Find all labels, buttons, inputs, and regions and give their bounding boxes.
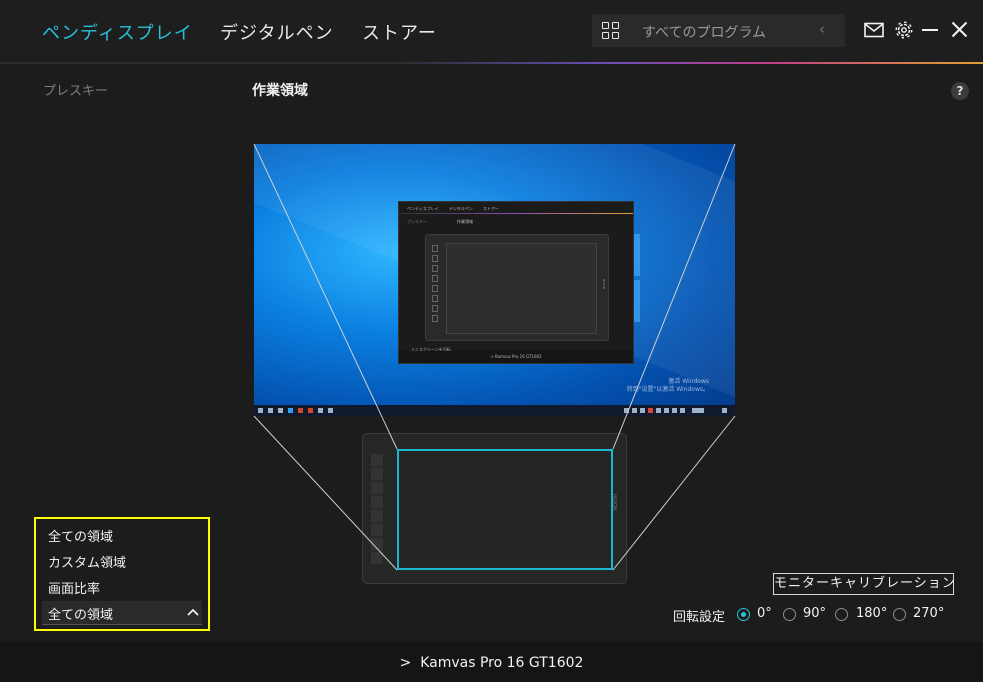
rotation-radio-180[interactable] — [835, 608, 848, 621]
express-keys — [371, 454, 383, 564]
tab-digital-pen[interactable]: デジタルペン — [220, 19, 334, 45]
tab-store[interactable]: ストアー — [362, 19, 437, 45]
device-footer: > Kamvas Pro 16 GT1602 — [0, 642, 983, 682]
mail-icon[interactable] — [864, 22, 884, 38]
rotation-label-90: 90° — [803, 606, 827, 621]
windows-watermark: 激活 Windows 转到"设置"以激活 Windows。 — [626, 378, 709, 393]
chevron-left-icon[interactable]: ‹ — [819, 20, 825, 38]
rotation-label-180: 180° — [856, 606, 888, 621]
header-accent-line — [0, 62, 983, 64]
dropdown-option-all-area[interactable]: 全ての領域 — [48, 526, 113, 545]
program-selector[interactable]: すべてのプログラム ‹ — [592, 14, 845, 47]
minimize-icon[interactable] — [922, 29, 938, 31]
area-dropdown[interactable]: 全ての領域 カスタム領域 画面比率 全ての領域 — [34, 517, 210, 631]
rotation-label-270: 270° — [913, 606, 945, 621]
sidebar-item-press-keys[interactable]: プレスキー — [43, 80, 108, 99]
monitor-calibration-button[interactable]: モニターキャリブレーション — [773, 573, 955, 595]
help-icon[interactable]: ? — [951, 82, 969, 100]
taskbar — [254, 405, 735, 416]
device-name: Kamvas Pro 16 GT1602 — [420, 655, 584, 671]
program-selector-label: すべてのプログラム — [642, 25, 767, 41]
chevron-up-icon[interactable] — [186, 601, 200, 621]
screen-preview: 激活 Windows 转到"设置"以激活 Windows。 ペンディスプレイ デ… — [254, 144, 735, 416]
dropdown-option-screen-ratio[interactable]: 画面比率 — [48, 578, 100, 597]
mini-tablet: HUION — [425, 234, 609, 341]
rotation-label: 回転設定 — [673, 610, 726, 625]
device-selector[interactable]: > Kamvas Pro 16 GT1602 — [0, 655, 983, 671]
dropdown-option-custom-area[interactable]: カスタム領域 — [48, 552, 126, 571]
tab-pen-display[interactable]: ペンディスプレイ — [42, 19, 193, 45]
chevron-right-icon: > — [399, 655, 412, 671]
rotation-radio-0[interactable] — [737, 608, 750, 621]
top-bar: ペンディスプレイ デジタルペン ストアー すべてのプログラム ‹ — [0, 0, 983, 62]
mini-app-window: ペンディスプレイ デジタルペン ストアー プレスキー 作業領域 HUION ミニ… — [398, 201, 634, 364]
page-title: 作業領域 — [252, 83, 308, 99]
gear-icon[interactable] — [895, 21, 913, 39]
rotation-radio-90[interactable] — [783, 608, 796, 621]
grid-icon — [602, 22, 620, 40]
dropdown-selected[interactable]: 全ての領域 — [42, 601, 202, 625]
rotation-label-0: 0° — [757, 606, 772, 621]
active-area[interactable] — [397, 449, 613, 570]
rotation-radio-270[interactable] — [893, 608, 906, 621]
close-icon[interactable] — [951, 21, 968, 38]
